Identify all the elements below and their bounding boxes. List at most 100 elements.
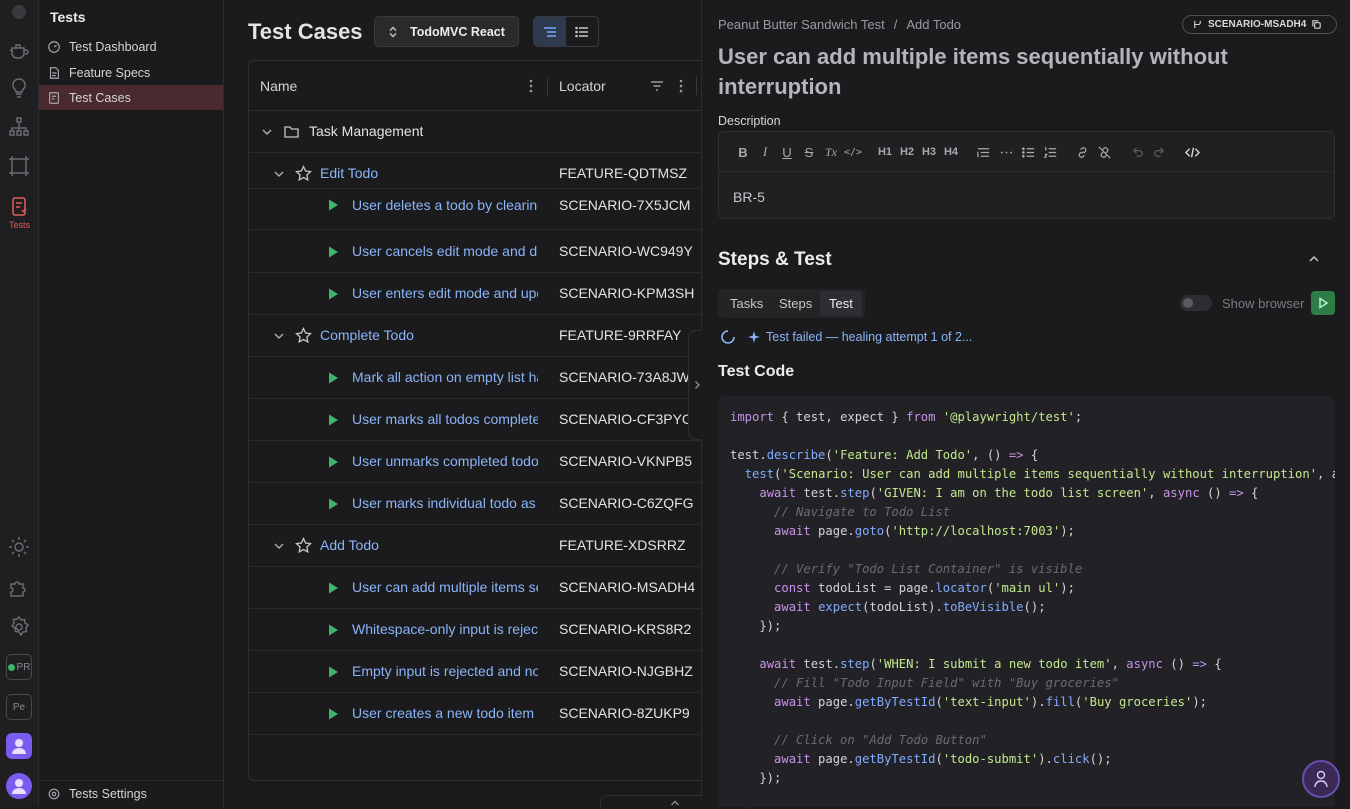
scenario-row[interactable]: User deletes a todo by clearing SCENARIO-… bbox=[249, 189, 702, 230]
scenario-row[interactable]: User marks individual todo as SCENARIO-C6… bbox=[249, 483, 702, 525]
play-icon[interactable] bbox=[326, 198, 340, 212]
play-icon[interactable] bbox=[326, 623, 340, 637]
scenario-name[interactable]: User marks all todos complete bbox=[352, 411, 538, 427]
description-text[interactable]: BR-5 bbox=[733, 189, 765, 205]
italic-button[interactable]: I bbox=[757, 144, 773, 160]
play-icon[interactable] bbox=[326, 497, 340, 511]
sidebar-item-test-dashboard[interactable]: Test Dashboard bbox=[39, 34, 223, 59]
breadcrumb-item[interactable]: Peanut Butter Sandwich Test bbox=[718, 17, 885, 32]
pr-badge-icon[interactable]: PR bbox=[6, 654, 32, 680]
blockquote-icon[interactable] bbox=[975, 144, 991, 160]
team-avatar-icon[interactable] bbox=[6, 733, 32, 759]
horizontal-rule-icon[interactable] bbox=[998, 144, 1014, 160]
ai-assistant-button[interactable] bbox=[1302, 760, 1340, 798]
group-row[interactable]: Task Management bbox=[249, 111, 702, 153]
scenario-row[interactable]: User cancels edit mode and discards SCENA… bbox=[249, 231, 702, 273]
heading4-button[interactable]: H4 bbox=[943, 144, 959, 160]
feature-row[interactable]: Edit Todo FEATURE-QDTMSZ bbox=[249, 153, 702, 189]
heading2-button[interactable]: H2 bbox=[899, 144, 915, 160]
tab-tasks[interactable]: Tasks bbox=[721, 291, 772, 316]
tab-steps[interactable]: Steps bbox=[770, 291, 821, 316]
breadcrumb-item[interactable]: Add Todo bbox=[906, 17, 961, 32]
gear-icon[interactable] bbox=[7, 615, 31, 639]
frame-icon[interactable] bbox=[7, 154, 31, 178]
scenario-row[interactable]: User can add multiple items sequentially… bbox=[249, 567, 702, 609]
chevron-down-icon[interactable] bbox=[272, 167, 286, 181]
scenario-name[interactable]: Whitespace-only input is rejected bbox=[352, 621, 538, 637]
scenario-row[interactable]: User unmarks completed todo SCENARIO-VKNP… bbox=[249, 441, 702, 483]
tree-view-button[interactable] bbox=[534, 17, 566, 46]
scenario-name[interactable]: User creates a new todo item bbox=[352, 705, 538, 721]
show-browser-toggle[interactable] bbox=[1180, 295, 1212, 311]
undo-icon[interactable] bbox=[1129, 144, 1145, 160]
sun-icon[interactable] bbox=[7, 535, 31, 559]
heading1-button[interactable]: H1 bbox=[877, 144, 893, 160]
code-view-icon[interactable] bbox=[1184, 144, 1200, 160]
chevron-down-icon[interactable] bbox=[272, 329, 286, 343]
chevron-down-icon[interactable] bbox=[272, 539, 286, 553]
play-icon[interactable] bbox=[326, 455, 340, 469]
flat-view-button[interactable] bbox=[566, 17, 598, 46]
scenario-row[interactable]: User enters edit mode and updates SCENARI… bbox=[249, 273, 702, 315]
lightbulb-icon[interactable] bbox=[7, 76, 31, 100]
scenario-row[interactable]: Mark all action on empty list has SCENARI… bbox=[249, 357, 702, 399]
unlink-icon[interactable] bbox=[1096, 144, 1112, 160]
strikethrough-button[interactable]: S bbox=[801, 144, 817, 160]
teapot-icon[interactable] bbox=[7, 38, 31, 62]
scenario-row[interactable]: Empty input is rejected and no SCENARIO-N… bbox=[249, 651, 702, 693]
column-header-locator[interactable]: Locator bbox=[559, 78, 606, 94]
feature-name[interactable]: Edit Todo bbox=[320, 165, 540, 181]
scenario-id-chip[interactable]: SCENARIO-MSADH4 bbox=[1182, 15, 1337, 34]
column-menu-icon[interactable] bbox=[523, 78, 539, 94]
scenario-row[interactable]: Whitespace-only input is rejected SCENARI… bbox=[249, 609, 702, 651]
sidebar-item-test-cases[interactable]: Test Cases bbox=[39, 85, 223, 110]
redo-icon[interactable] bbox=[1151, 144, 1167, 160]
star-icon[interactable] bbox=[295, 327, 312, 344]
star-icon[interactable] bbox=[295, 537, 312, 554]
scenario-name[interactable]: User can add multiple items sequentially bbox=[352, 579, 538, 595]
tests-settings-button[interactable]: Tests Settings bbox=[39, 780, 223, 807]
scenario-name[interactable]: User unmarks completed todo bbox=[352, 453, 538, 469]
play-icon[interactable] bbox=[326, 371, 340, 385]
puzzle-icon[interactable] bbox=[7, 576, 31, 600]
filter-icon[interactable] bbox=[649, 78, 665, 94]
chevron-down-icon[interactable] bbox=[260, 125, 274, 139]
play-icon[interactable] bbox=[326, 581, 340, 595]
feature-row[interactable]: Complete Todo FEATURE-9RRFAY bbox=[249, 315, 702, 357]
bold-button[interactable]: B bbox=[735, 144, 751, 160]
description-editor[interactable]: B I U S Tx </> H1 H2 H3 H4 BR-5 bbox=[718, 131, 1335, 219]
scenario-title[interactable]: User can add multiple items sequentially… bbox=[718, 42, 1278, 102]
feature-name[interactable]: Complete Todo bbox=[320, 327, 540, 343]
sidebar-item-feature-specs[interactable]: Feature Specs bbox=[39, 60, 223, 85]
clear-format-button[interactable]: Tx bbox=[823, 144, 839, 160]
project-select[interactable]: TodoMVC React bbox=[374, 16, 519, 47]
scenario-row[interactable]: User creates a new todo item SCENARIO-8ZU… bbox=[249, 693, 702, 735]
project-badge-icon[interactable]: Pe bbox=[6, 694, 32, 720]
play-icon[interactable] bbox=[326, 665, 340, 679]
tab-test[interactable]: Test bbox=[820, 291, 862, 316]
play-icon[interactable] bbox=[326, 287, 340, 301]
bullet-list-icon[interactable] bbox=[1020, 144, 1036, 160]
underline-button[interactable]: U bbox=[779, 144, 795, 160]
scenario-name[interactable]: User cancels edit mode and discards bbox=[352, 243, 538, 259]
run-test-button[interactable] bbox=[1311, 291, 1335, 315]
chevron-up-icon[interactable] bbox=[1307, 252, 1321, 266]
window-dot-icon[interactable] bbox=[12, 5, 26, 19]
feature-name[interactable]: Add Todo bbox=[320, 537, 540, 553]
scenario-name[interactable]: User enters edit mode and updates bbox=[352, 285, 538, 301]
link-icon[interactable] bbox=[1074, 144, 1090, 160]
test-code-editor[interactable]: import { test, expect } from '@playwrigh… bbox=[718, 396, 1335, 807]
column-header-name[interactable]: Name bbox=[260, 78, 297, 94]
scenario-name[interactable]: User marks individual todo as bbox=[352, 495, 538, 511]
play-icon[interactable] bbox=[326, 413, 340, 427]
scenario-row[interactable]: User marks all todos complete SCENARIO-CF… bbox=[249, 399, 702, 441]
play-icon[interactable] bbox=[326, 245, 340, 259]
scenario-name[interactable]: User deletes a todo by clearing bbox=[352, 197, 538, 213]
inline-code-button[interactable]: </> bbox=[844, 144, 862, 160]
star-icon[interactable] bbox=[295, 165, 312, 182]
scenario-name[interactable]: Mark all action on empty list has bbox=[352, 369, 538, 385]
user-avatar-icon[interactable] bbox=[6, 773, 32, 799]
hierarchy-icon[interactable] bbox=[7, 115, 31, 139]
feature-row[interactable]: Add Todo FEATURE-XDSRRZ bbox=[249, 525, 702, 567]
ordered-list-icon[interactable] bbox=[1042, 144, 1058, 160]
